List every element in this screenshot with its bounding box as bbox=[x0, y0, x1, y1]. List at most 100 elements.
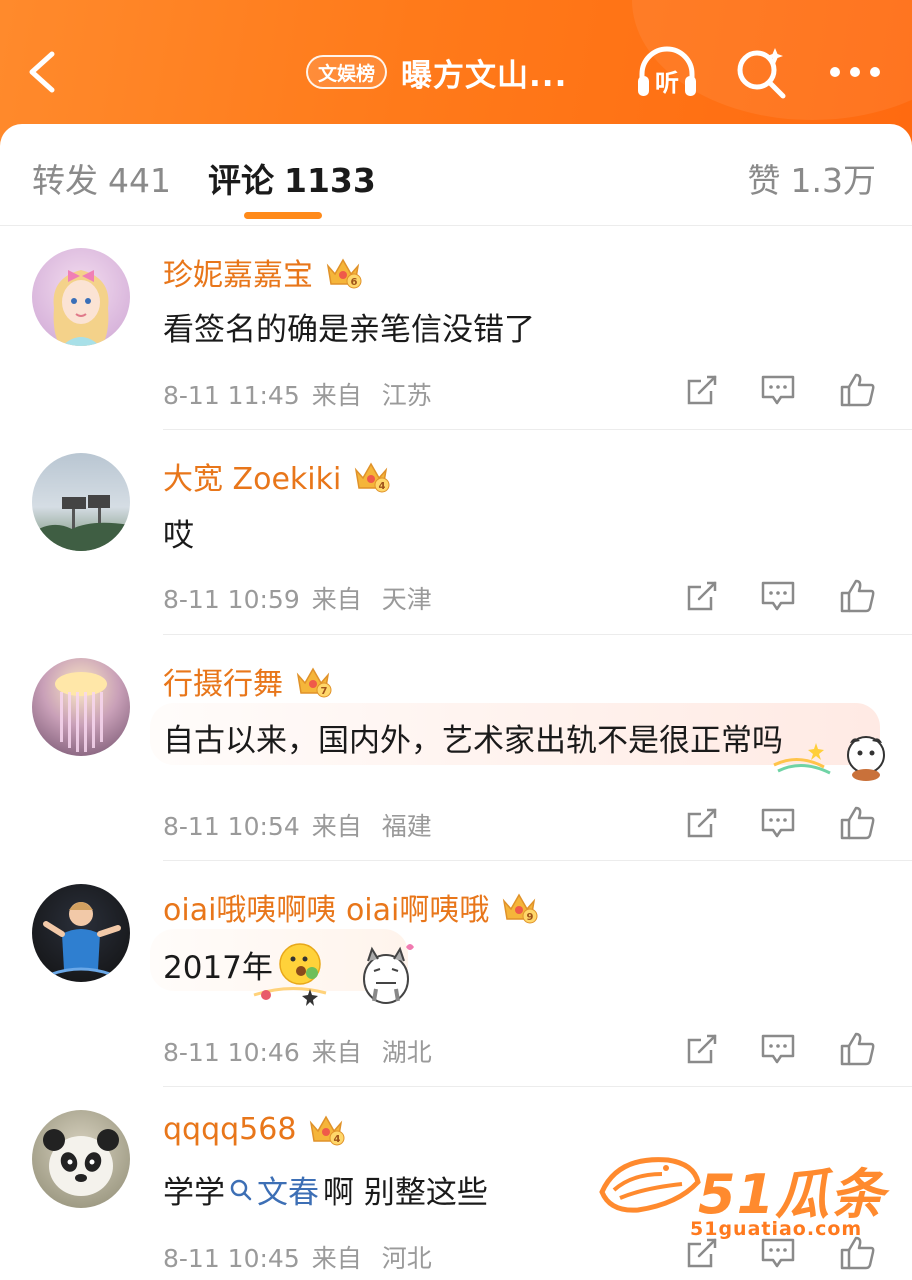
vip-crown-icon: 7 bbox=[296, 667, 332, 698]
comment-meta: 8-11 10:45 来自 河北 bbox=[163, 1239, 432, 1275]
vip-crown-icon: 4 bbox=[355, 462, 390, 493]
comment-location: 河北 bbox=[381, 1244, 432, 1273]
chevron-left-icon bbox=[29, 51, 55, 93]
tab-comments-count: 1133 bbox=[284, 161, 376, 200]
comment-icon bbox=[761, 581, 795, 611]
reply-button[interactable] bbox=[752, 364, 804, 416]
search-button[interactable] bbox=[728, 42, 794, 102]
username[interactable]: qqqq568 bbox=[163, 1112, 296, 1147]
repost-button[interactable] bbox=[676, 797, 728, 849]
tab-likes[interactable]: 赞 1.3万 bbox=[748, 154, 876, 202]
share-edit-icon bbox=[687, 1034, 717, 1064]
tab-reposts-label: 转发 bbox=[32, 161, 98, 200]
username-row: 大宽 Zoekiki 4 bbox=[163, 454, 391, 498]
repost-button[interactable] bbox=[676, 364, 728, 416]
like-button[interactable] bbox=[832, 1023, 884, 1075]
headphones-icon: 听 bbox=[638, 46, 696, 97]
watermelon-logo-icon bbox=[599, 1157, 701, 1213]
reply-button[interactable] bbox=[752, 570, 804, 622]
username[interactable]: oiai哦咦啊咦 oiai啊咦哦 bbox=[163, 885, 489, 929]
username[interactable]: 珍妮嘉嘉宝 bbox=[163, 250, 313, 294]
comment-text[interactable]: 自古以来，国内外，艺术家出轨不是很正常吗 bbox=[163, 715, 783, 760]
avatar[interactable] bbox=[32, 658, 130, 756]
username[interactable]: 行摄行舞 bbox=[163, 659, 283, 703]
vip-level: 9 bbox=[527, 912, 534, 923]
topic-link-label: 文春 bbox=[257, 1175, 319, 1211]
comment-text-before: 学学 bbox=[163, 1175, 225, 1211]
avatar-image bbox=[53, 270, 109, 346]
username-row: 行摄行舞 7 bbox=[163, 659, 333, 703]
comment-item: 大宽 Zoekiki 4 哎 8-11 10:59 来自 天津 bbox=[0, 430, 912, 635]
tab-comments[interactable]: 评论 1133 bbox=[208, 154, 376, 202]
thumbs-up-icon bbox=[840, 373, 875, 407]
comment-item: 行摄行舞 7 自古以来，国内外，艺术家出轨不是很正常吗 8-11 10:54 来自… bbox=[0, 635, 912, 861]
username-row: 珍妮嘉嘉宝 6 bbox=[163, 250, 363, 294]
vip-level: 4 bbox=[334, 1134, 341, 1145]
search-icon bbox=[230, 1179, 252, 1200]
comment-icon bbox=[761, 375, 795, 405]
tab-likes-label: 赞 bbox=[747, 161, 781, 200]
tab-bar: 转发 441 评论 1133 赞 1.3万 bbox=[0, 124, 912, 226]
comment-from-label: 来自 bbox=[311, 812, 362, 841]
comment-time: 8-11 11:45 bbox=[163, 381, 300, 410]
avatar-image bbox=[55, 672, 107, 752]
comment-location: 天津 bbox=[381, 585, 432, 614]
comment-text[interactable]: 哎 bbox=[163, 510, 194, 555]
comment-time: 8-11 10:54 bbox=[163, 812, 300, 841]
back-button[interactable] bbox=[22, 46, 66, 98]
avatar[interactable] bbox=[32, 248, 130, 346]
reply-button[interactable] bbox=[752, 1023, 804, 1075]
thumbs-up-icon bbox=[840, 579, 875, 613]
comment-time: 8-11 10:46 bbox=[163, 1038, 300, 1067]
comment-text[interactable]: 学学 文春 啊 别整这些 bbox=[163, 1167, 488, 1212]
avatar[interactable] bbox=[32, 884, 130, 982]
comment-meta: 8-11 10:54 来自 福建 bbox=[163, 807, 432, 843]
vip-level: 7 bbox=[321, 686, 328, 697]
repost-button[interactable] bbox=[676, 570, 728, 622]
share-edit-icon bbox=[687, 808, 717, 838]
vip-crown-icon: 9 bbox=[503, 893, 538, 924]
repost-button[interactable] bbox=[676, 1023, 728, 1075]
thumbs-up-icon bbox=[840, 1032, 875, 1066]
comment-meta: 8-11 11:45 来自 江苏 bbox=[163, 376, 432, 412]
vip-crown-icon: 6 bbox=[326, 258, 362, 289]
reply-button[interactable] bbox=[752, 797, 804, 849]
listen-button[interactable]: 听 bbox=[634, 42, 700, 102]
comment-meta: 8-11 10:59 来自 天津 bbox=[163, 580, 432, 616]
like-button[interactable] bbox=[832, 570, 884, 622]
more-dots-icon bbox=[830, 67, 880, 77]
username-row: oiai哦咦啊咦 oiai啊咦哦 9 bbox=[163, 885, 539, 929]
avatar[interactable] bbox=[32, 453, 130, 551]
topic-search-link[interactable]: 文春 bbox=[229, 1167, 319, 1212]
comment-from-label: 来自 bbox=[311, 1038, 362, 1067]
comment-item: oiai哦咦啊咦 oiai啊咦哦 9 2017年 8-11 10:46 来自 湖北 bbox=[0, 861, 912, 1087]
username-row: qqqq568 4 bbox=[163, 1111, 346, 1147]
like-button[interactable] bbox=[832, 797, 884, 849]
page-title: 曝方文山... bbox=[401, 57, 568, 94]
tab-reposts[interactable]: 转发 441 bbox=[32, 154, 171, 202]
comment-icon bbox=[761, 1034, 795, 1064]
comment-time: 8-11 10:45 bbox=[163, 1244, 300, 1273]
rank-badge: 文娱榜 bbox=[306, 55, 388, 89]
bubble-sticker-decoration bbox=[773, 736, 885, 781]
comment-from-label: 来自 bbox=[311, 1244, 362, 1273]
thumbs-up-icon bbox=[840, 806, 875, 840]
tab-reposts-count: 441 bbox=[108, 161, 171, 200]
search-sparkle-icon bbox=[737, 48, 786, 99]
avatar[interactable] bbox=[32, 1110, 130, 1208]
tab-active-indicator bbox=[244, 212, 322, 219]
avatar-image bbox=[43, 1129, 119, 1196]
bubble-sticker-decoration bbox=[253, 944, 414, 1006]
share-edit-icon bbox=[687, 581, 717, 611]
username[interactable]: 大宽 Zoekiki bbox=[163, 454, 341, 498]
avatar-image bbox=[32, 495, 130, 551]
vip-crown-icon: 4 bbox=[310, 1115, 345, 1146]
share-edit-icon bbox=[687, 375, 717, 405]
tab-likes-count: 1.3万 bbox=[790, 161, 876, 200]
comment-text[interactable]: 看签名的确是亲笔信没错了 bbox=[163, 304, 535, 349]
comment-icon bbox=[761, 808, 795, 838]
like-button[interactable] bbox=[832, 364, 884, 416]
more-button[interactable] bbox=[822, 42, 888, 102]
comment-location: 江苏 bbox=[381, 381, 432, 410]
header-title-group[interactable]: 文娱榜 曝方文山... bbox=[306, 48, 567, 96]
